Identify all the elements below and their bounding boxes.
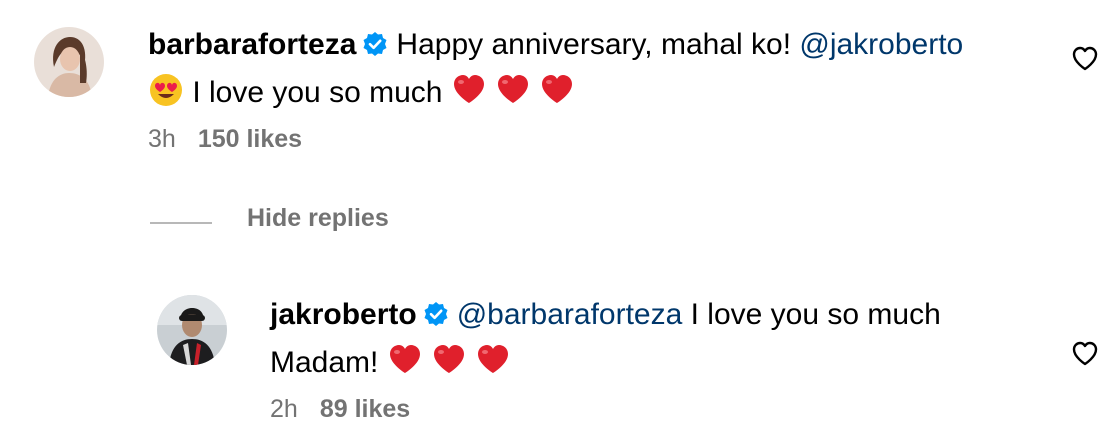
reply-username[interactable]: jakroberto: [270, 298, 417, 331]
avatar[interactable]: [34, 27, 104, 97]
like-button[interactable]: [1071, 340, 1099, 368]
reply-timestamp[interactable]: 2h: [270, 395, 298, 423]
verified-badge-icon: [362, 25, 388, 70]
red-heart-icon: [387, 342, 423, 391]
reply-meta: 2h 89 likes: [270, 395, 410, 424]
avatar[interactable]: [157, 295, 227, 365]
comment-text: Happy anniversary, mahal ko!: [396, 28, 800, 61]
profile-photo: [157, 295, 227, 365]
reply-text: I love you so much: [682, 298, 941, 331]
reply-body: jakroberto @barbaraforteza I love you so …: [270, 292, 1030, 391]
comment-username[interactable]: barbaraforteza: [148, 28, 356, 61]
smiling-face-with-heart-eyes-icon: [148, 72, 184, 121]
red-heart-icon: [539, 72, 575, 121]
profile-photo: [34, 27, 104, 97]
reply-text-line2: Madam!: [270, 346, 387, 379]
mention-link[interactable]: @barbaraforteza: [457, 298, 683, 331]
red-heart-icon: [495, 72, 531, 121]
reply-likes-count[interactable]: 89 likes: [320, 395, 410, 423]
comment-body: barbaraforteza Happy anniversary, mahal k…: [148, 22, 1028, 121]
heart-outline-icon: [1072, 46, 1098, 71]
comment-likes-count[interactable]: 150 likes: [198, 125, 302, 153]
heart-outline-icon: [1072, 341, 1098, 366]
like-button[interactable]: [1071, 45, 1099, 73]
comment-timestamp[interactable]: 3h: [148, 125, 176, 153]
hide-replies-button[interactable]: Hide replies: [247, 204, 389, 233]
comment-meta: 3h 150 likes: [148, 125, 302, 154]
verified-badge-icon: [423, 295, 449, 340]
red-heart-icon: [451, 72, 487, 121]
replies-divider: [150, 222, 212, 224]
red-heart-icon: [475, 342, 511, 391]
red-heart-icon: [431, 342, 467, 391]
mention-link[interactable]: @jakroberto: [799, 28, 963, 61]
comment-text-line2: I love you so much: [184, 76, 451, 109]
